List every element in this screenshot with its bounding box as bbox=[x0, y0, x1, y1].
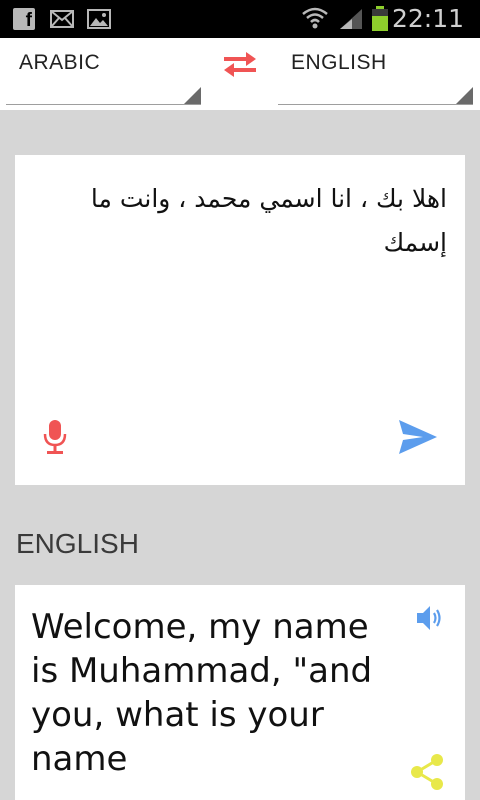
dropdown-caret-icon bbox=[456, 87, 473, 104]
source-text-card: اهلا بك ، انا اسمي محمد ، وانت ما إسمك bbox=[15, 155, 465, 485]
source-language-dropdown[interactable]: ARABIC bbox=[6, 38, 201, 105]
source-text-input[interactable]: اهلا بك ، انا اسمي محمد ، وانت ما إسمك bbox=[37, 177, 447, 265]
status-bar: f 22:11 bbox=[0, 0, 480, 38]
signal-icon bbox=[340, 9, 362, 29]
microphone-icon[interactable] bbox=[43, 420, 67, 454]
send-icon[interactable] bbox=[399, 420, 437, 454]
target-language-dropdown[interactable]: ENGLISH bbox=[278, 38, 473, 105]
speaker-icon[interactable] bbox=[415, 603, 445, 633]
facebook-icon: f bbox=[13, 8, 35, 31]
result-language-label: ENGLISH bbox=[16, 528, 139, 559]
share-icon[interactable] bbox=[409, 753, 445, 791]
mail-icon bbox=[50, 10, 74, 28]
battery-icon bbox=[372, 6, 388, 31]
photo-icon bbox=[87, 9, 111, 29]
wifi-icon bbox=[302, 7, 328, 29]
language-bar: ARABIC ENGLISH bbox=[0, 38, 480, 110]
translated-text: Welcome, my name is Muhammad, "and you, … bbox=[31, 607, 373, 779]
clock: 22:11 bbox=[391, 4, 464, 33]
target-language-label: ENGLISH bbox=[291, 51, 387, 74]
translation-card: Welcome, my name is Muhammad, "and you, … bbox=[15, 585, 465, 800]
swap-languages-button[interactable] bbox=[220, 50, 260, 78]
source-language-label: ARABIC bbox=[19, 51, 101, 74]
dropdown-caret-icon bbox=[184, 87, 201, 104]
